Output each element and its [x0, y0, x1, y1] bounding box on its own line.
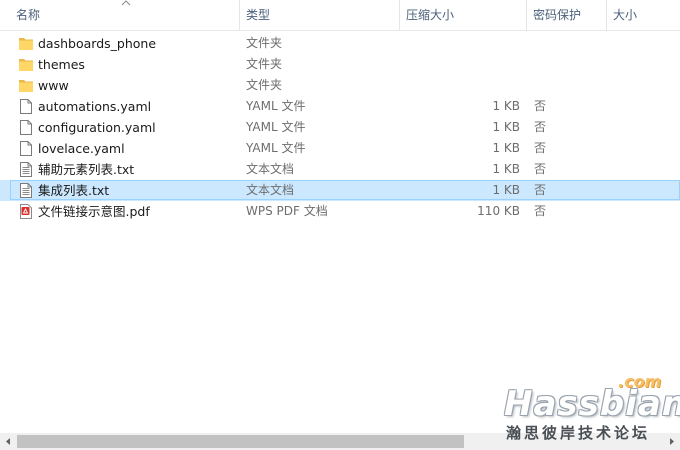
file-compressed-size [400, 75, 520, 96]
file-row[interactable]: 辅助元素列表.txt 文本文档 1 KB 否 [0, 159, 680, 180]
file-type: 文件夹 [246, 78, 283, 92]
column-header-type[interactable]: 类型 [240, 0, 400, 30]
pdf-file-icon [18, 203, 34, 220]
file-type: 文件夹 [246, 36, 283, 50]
file-name[interactable]: 集成列表.txt [38, 180, 109, 201]
file-type: YAML 文件 [246, 99, 306, 113]
file-row[interactable]: 集成列表.txt 文本文档 1 KB 否 [0, 180, 680, 201]
file-compressed-size: 1 KB [492, 162, 520, 176]
blank-file-icon [18, 98, 34, 115]
file-type: 文本文档 [246, 162, 295, 176]
file-password-protected: 否 [534, 162, 547, 176]
file-row[interactable]: automations.yaml YAML 文件 1 KB 否 [0, 96, 680, 117]
file-row[interactable]: lovelace.yaml YAML 文件 1 KB 否 [0, 138, 680, 159]
file-row[interactable]: configuration.yaml YAML 文件 1 KB 否 [0, 117, 680, 138]
selection-outline [10, 180, 680, 200]
file-name[interactable]: dashboards_phone [38, 33, 156, 54]
file-compressed-size: 1 KB [492, 99, 520, 113]
column-header-name[interactable]: 名称 [0, 0, 240, 30]
column-header-size[interactable]: 大小 [607, 0, 680, 30]
file-name[interactable]: 辅助元素列表.txt [38, 159, 134, 180]
watermark-tagline: 瀚思彼岸技术论坛 [506, 424, 651, 442]
blank-file-icon [18, 140, 34, 157]
file-row[interactable]: www 文件夹 [0, 75, 680, 96]
file-password-protected: 否 [534, 120, 547, 134]
file-row[interactable]: 文件链接示意图.pdf WPS PDF 文档 110 KB 否 [0, 201, 680, 222]
watermark-brand: Hassbian [504, 384, 680, 424]
file-row[interactable]: dashboards_phone 文件夹 [0, 33, 680, 54]
folder-icon [18, 35, 34, 52]
scrollbar-thumb[interactable] [17, 435, 464, 448]
file-password-protected: 否 [534, 99, 547, 113]
file-name[interactable]: www [38, 75, 69, 96]
file-password-protected: 否 [534, 183, 547, 197]
column-header-bar: 名称 类型 压缩大小 密码保护 大小 [0, 0, 680, 31]
file-list: dashboards_phone 文件夹 themes 文件夹 www 文件夹 … [0, 33, 680, 222]
file-password-protected: 否 [534, 141, 547, 155]
file-type: 文件夹 [246, 57, 283, 71]
folder-icon [18, 56, 34, 73]
file-compressed-size [400, 33, 520, 54]
file-compressed-size: 1 KB [492, 120, 520, 134]
file-name[interactable]: automations.yaml [38, 96, 151, 117]
file-password-protected: 否 [534, 204, 547, 218]
column-header-password[interactable]: 密码保护 [527, 0, 607, 30]
file-type: 文本文档 [246, 183, 295, 197]
file-name[interactable]: 文件链接示意图.pdf [38, 201, 150, 222]
file-name[interactable]: lovelace.yaml [38, 138, 125, 159]
scroll-left-arrow-icon[interactable] [0, 433, 17, 450]
blank-file-icon [18, 119, 34, 136]
file-type: WPS PDF 文档 [246, 204, 328, 218]
file-compressed-size [400, 54, 520, 75]
column-header-compressed-size[interactable]: 压缩大小 [400, 0, 527, 30]
text-file-icon [18, 182, 34, 199]
file-compressed-size: 1 KB [492, 141, 520, 155]
file-name[interactable]: configuration.yaml [38, 117, 156, 138]
file-name[interactable]: themes [38, 54, 85, 75]
file-row[interactable]: themes 文件夹 [0, 54, 680, 75]
file-compressed-size: 1 KB [492, 183, 520, 197]
file-type: YAML 文件 [246, 120, 306, 134]
hassbian-watermark: .com Hassbian 瀚思彼岸技术论坛 [490, 372, 680, 442]
text-file-icon [18, 161, 34, 178]
folder-icon [18, 77, 34, 94]
file-type: YAML 文件 [246, 141, 306, 155]
file-compressed-size: 110 KB [477, 204, 520, 218]
